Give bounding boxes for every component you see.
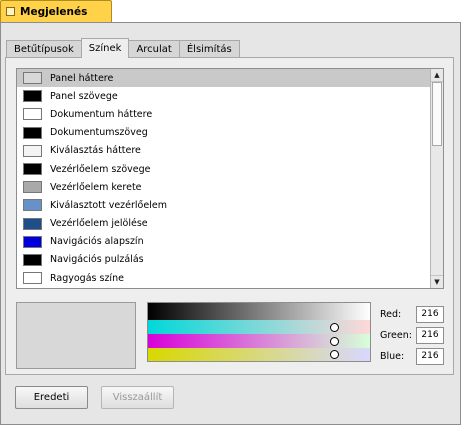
color-swatch: [23, 199, 42, 212]
list-item[interactable]: Kiválasztott vezérlőelem: [17, 196, 430, 214]
list-item[interactable]: Vezérlőelem kerete: [17, 178, 430, 196]
list-item[interactable]: Navigációs pulzálás: [17, 251, 430, 269]
color-swatch: [23, 272, 42, 285]
list-item-label: Kiválasztás háttere: [50, 145, 141, 157]
red-label: Red:: [380, 308, 402, 320]
list-item-label: Dokumentumszöveg: [50, 127, 148, 139]
list-item[interactable]: Panel szövege: [17, 87, 430, 105]
tab-antialiasing[interactable]: Élsimítás: [178, 40, 240, 58]
red-row: Red: 216: [380, 305, 444, 323]
color-swatch: [23, 90, 42, 103]
green-slider-handle[interactable]: [330, 337, 339, 346]
green-input[interactable]: 216: [416, 326, 444, 344]
scroll-thumb[interactable]: [432, 82, 442, 146]
color-role-list[interactable]: Panel háttere Panel szövege Dokumentum hát…: [16, 68, 444, 289]
list-item[interactable]: Vezérlőelem szövege: [17, 160, 430, 178]
window-title-tab[interactable]: Megjelenés: [0, 0, 112, 22]
list-item[interactable]: Panel háttere: [17, 69, 430, 88]
scroll-up-icon[interactable]: ▲: [431, 69, 443, 82]
color-swatch: [23, 253, 42, 266]
list-item-label: Vezérlőelem szövege: [50, 163, 151, 175]
list-item-label: Vezérlőelem kerete: [50, 181, 142, 193]
colors-panel: Panel háttere Panel szövege Dokumentum hát…: [5, 57, 454, 375]
list-scrollbar[interactable]: ▲ ▼: [430, 69, 443, 288]
list-item-label: Panel szövege: [50, 90, 118, 102]
blue-input[interactable]: 216: [416, 347, 444, 365]
tab-fonts-label: Betűtípusok: [14, 44, 74, 55]
gray-gradient[interactable]: [148, 303, 370, 320]
color-swatch: [23, 217, 42, 230]
list-item[interactable]: Ragyogás színe: [17, 269, 430, 287]
green-row: Green: 216: [380, 326, 444, 344]
window-icon: [6, 7, 15, 16]
list-item-label: Navigációs pulzálás: [50, 254, 144, 266]
red-input[interactable]: 216: [416, 305, 444, 323]
tab-fonts[interactable]: Betűtípusok: [6, 40, 82, 58]
appearance-window: Betűtípusok Színek Arculat Élsimítás Pan…: [0, 22, 461, 425]
blue-row: Blue: 216: [380, 347, 444, 365]
tab-decorations-label: Arculat: [136, 44, 172, 55]
tab-colors-label: Színek: [88, 43, 122, 54]
blue-slider-handle[interactable]: [330, 350, 339, 359]
color-swatch: [23, 181, 42, 194]
list-item-label: Kiválasztott vezérlőelem: [50, 199, 167, 211]
color-swatch: [23, 163, 42, 176]
color-swatch: [23, 126, 42, 139]
list-item-label: Ragyogás színe: [50, 272, 124, 284]
revert-button[interactable]: Visszaállít: [101, 386, 174, 409]
tab-decorations[interactable]: Arculat: [128, 40, 180, 58]
scroll-down-icon[interactable]: ▼: [431, 275, 443, 288]
list-item-label: Vezérlőelem jelölése: [50, 218, 148, 230]
defaults-button[interactable]: Eredeti: [15, 386, 88, 409]
list-item-label: Panel háttere: [50, 72, 114, 84]
color-swatch: [23, 144, 42, 157]
color-role-items: Panel háttere Panel szövege Dokumentum hát…: [17, 69, 430, 287]
color-preview: [16, 302, 136, 369]
blue-label: Blue:: [380, 350, 405, 362]
color-swatch: [23, 108, 42, 121]
green-label: Green:: [380, 329, 412, 341]
list-item-label: Dokumentum háttere: [50, 108, 153, 120]
list-item[interactable]: Kiválasztás háttere: [17, 142, 430, 160]
list-item[interactable]: Dokumentum háttere: [17, 105, 430, 123]
tab-antialiasing-label: Élsimítás: [186, 44, 232, 55]
color-gradient-picker[interactable]: [147, 302, 371, 362]
window-title: Megjelenés: [20, 5, 88, 18]
color-swatch: [23, 72, 42, 85]
tab-bar: Betűtípusok Színek Arculat Élsimítás: [6, 38, 240, 58]
list-item-label: Navigációs alapszín: [50, 236, 144, 248]
color-swatch: [23, 235, 42, 248]
tab-colors[interactable]: Színek: [80, 38, 130, 58]
red-slider-handle[interactable]: [330, 323, 339, 332]
list-item[interactable]: Navigációs alapszín: [17, 233, 430, 251]
list-item[interactable]: Vezérlőelem jelölése: [17, 215, 430, 233]
list-item[interactable]: Dokumentumszöveg: [17, 124, 430, 142]
